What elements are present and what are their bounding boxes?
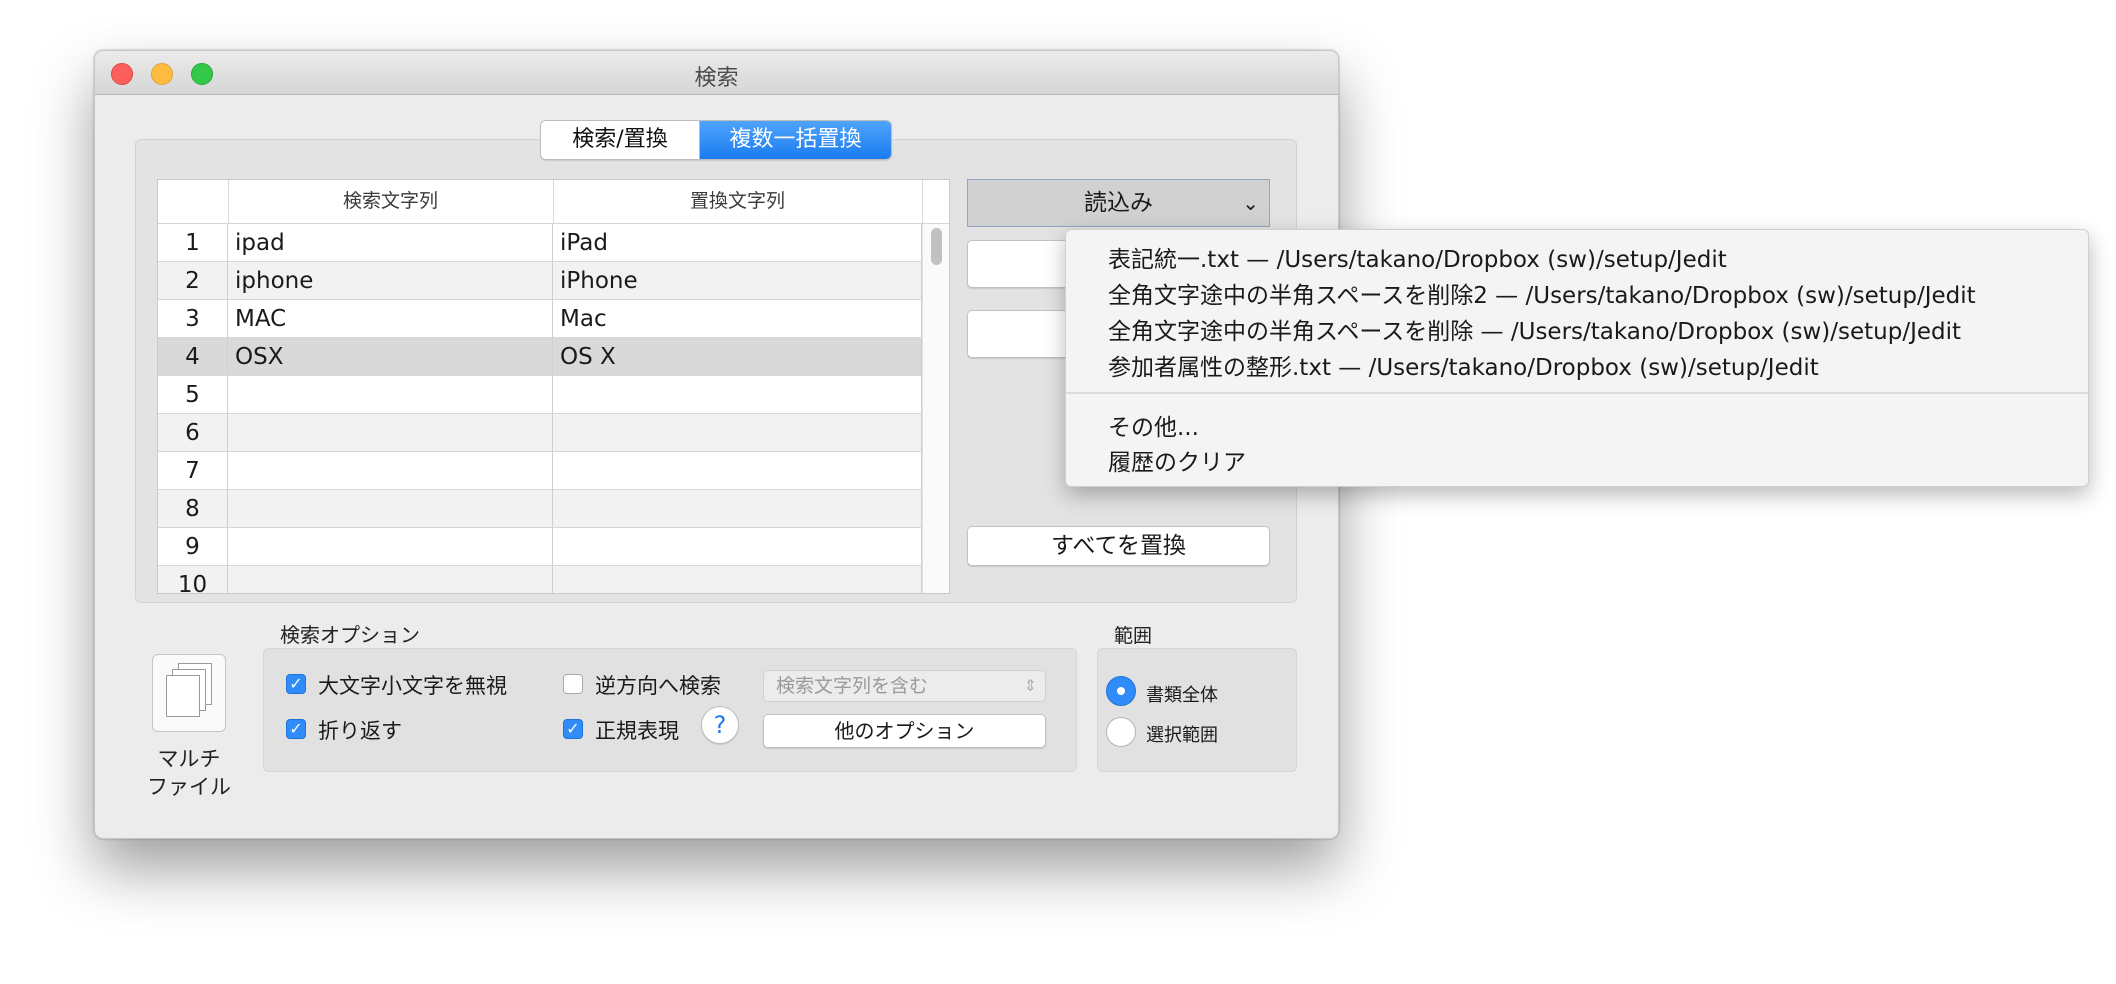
menu-item-recent-file[interactable]: 表記統一.txt — /Users/takano/Dropbox (sw)/se… [1108, 240, 1727, 274]
replace-cell[interactable] [553, 528, 922, 566]
menu-item-recent-file[interactable]: 全角文字途中の半角スペースを削除2 — /Users/takano/Dropbo… [1108, 276, 1976, 310]
regex-checkbox[interactable]: ✓ [563, 719, 583, 739]
row-number: 7 [158, 452, 228, 490]
tab-batch-replace[interactable]: 複数一括置換 [700, 121, 891, 159]
table-row[interactable]: 1 ipad iPad [158, 224, 922, 262]
window-title: 検索 [694, 66, 739, 91]
table-row[interactable]: 9 [158, 528, 922, 566]
table-row-selected[interactable]: 4 OSX OS X [158, 338, 922, 376]
scope-whole-document-radio[interactable] [1106, 676, 1136, 706]
replace-all-button[interactable]: すべてを置換 [967, 526, 1270, 566]
search-cell[interactable] [228, 414, 553, 452]
scope-whole-document-label[interactable]: 書類全体 [1146, 681, 1218, 707]
mode-tabs: 検索/置換 複数一括置換 [540, 120, 892, 160]
row-number: 9 [158, 528, 228, 566]
search-cell[interactable] [228, 376, 553, 414]
row-number: 5 [158, 376, 228, 414]
ignore-case-label[interactable]: 大文字小文字を無視 [318, 670, 507, 700]
replace-cell[interactable]: iPhone [553, 262, 922, 300]
search-cell[interactable]: ipad [228, 224, 553, 262]
table-scrollbar[interactable] [922, 224, 949, 593]
menu-item-clear-history[interactable]: 履歴のクリア [1108, 443, 1246, 477]
scope-selection-label[interactable]: 選択範囲 [1146, 721, 1218, 747]
replace-cell[interactable]: Mac [553, 300, 922, 338]
header-search[interactable]: 検索文字列 [228, 180, 554, 223]
reverse-search-checkbox[interactable] [563, 674, 583, 694]
replace-cell[interactable]: iPad [553, 224, 922, 262]
load-popup-button[interactable]: 読込み ⌄ [967, 179, 1270, 227]
table-row[interactable]: 2 iphone iPhone [158, 262, 922, 300]
search-cell[interactable]: MAC [228, 300, 553, 338]
title-bar[interactable]: 検索 [95, 51, 1338, 95]
replace-cell[interactable] [553, 452, 922, 490]
header-number [158, 180, 229, 223]
scrollbar-thumb[interactable] [931, 228, 942, 265]
row-number: 2 [158, 262, 228, 300]
row-number: 6 [158, 414, 228, 452]
table-row[interactable]: 6 [158, 414, 922, 452]
replace-cell[interactable]: OS X [553, 338, 922, 376]
load-label: 読込み [1084, 190, 1153, 216]
replace-cell[interactable] [553, 414, 922, 452]
search-cell[interactable] [228, 452, 553, 490]
table-row[interactable]: 10 [158, 566, 922, 593]
ignore-case-checkbox[interactable]: ✓ [286, 674, 306, 694]
match-mode-value: 検索文字列を含む [776, 675, 929, 697]
search-cell[interactable]: OSX [228, 338, 553, 376]
table-row[interactable]: 3 MAC Mac [158, 300, 922, 338]
up-down-chevron-icon: ⇕ [1023, 676, 1037, 695]
row-number: 1 [158, 224, 228, 262]
row-number: 3 [158, 300, 228, 338]
menu-item-other[interactable]: その他... [1108, 408, 1199, 442]
load-history-menu: 表記統一.txt — /Users/takano/Dropbox (sw)/se… [1065, 229, 2089, 487]
table-row[interactable]: 8 [158, 490, 922, 528]
search-cell[interactable]: iphone [228, 262, 553, 300]
search-cell[interactable] [228, 490, 553, 528]
search-cell[interactable] [228, 566, 553, 593]
options-group-label: 検索オプション [280, 623, 420, 647]
chevron-down-icon: ⌄ [1242, 191, 1259, 215]
table-row[interactable]: 5 [158, 376, 922, 414]
more-options-button[interactable]: 他のオプション [763, 714, 1046, 748]
scope-selection-radio[interactable] [1106, 717, 1136, 747]
wrap-checkbox[interactable]: ✓ [286, 719, 306, 739]
help-button[interactable]: ? [701, 706, 739, 744]
table-header: 検索文字列 置換文字列 [158, 180, 949, 224]
menu-item-recent-file[interactable]: 参加者属性の整形.txt — /Users/takano/Dropbox (sw… [1108, 348, 1819, 382]
table-row[interactable]: 7 [158, 452, 922, 490]
menu-separator [1066, 392, 2088, 394]
menu-item-recent-file[interactable]: 全角文字途中の半角スペースを削除 — /Users/takano/Dropbox… [1108, 312, 1961, 346]
replace-cell[interactable] [553, 490, 922, 528]
options-group [263, 648, 1077, 772]
replace-cell[interactable] [553, 376, 922, 414]
row-number: 8 [158, 490, 228, 528]
reverse-search-label[interactable]: 逆方向へ検索 [595, 670, 721, 700]
tab-find-replace[interactable]: 検索/置換 [541, 121, 700, 159]
multi-file-label-2: ファイル [147, 775, 231, 799]
wrap-label[interactable]: 折り返す [318, 715, 402, 745]
header-replace[interactable]: 置換文字列 [553, 180, 923, 223]
regex-label[interactable]: 正規表現 [595, 715, 679, 745]
scope-group [1097, 648, 1297, 772]
replace-cell[interactable] [553, 566, 922, 593]
multi-file-label-1: マルチ [157, 747, 221, 771]
multi-file-button[interactable] [152, 654, 226, 732]
row-number: 4 [158, 338, 228, 376]
row-number: 10 [158, 566, 228, 593]
search-cell[interactable] [228, 528, 553, 566]
scope-group-label: 範囲 [1114, 625, 1153, 647]
match-mode-select[interactable]: 検索文字列を含む ⇕ [763, 670, 1046, 702]
replace-table: 検索文字列 置換文字列 1 ipad iPad 2 iphone iPhone … [157, 179, 950, 594]
